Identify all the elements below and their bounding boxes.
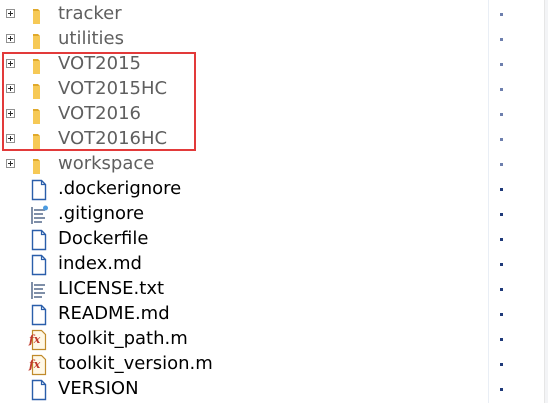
- folder-icon: [28, 79, 50, 101]
- file-label: .dockerignore: [58, 178, 182, 199]
- folder-icon: [28, 154, 50, 176]
- expand-toggle[interactable]: [6, 159, 15, 168]
- tree-row-file[interactable]: fx toolkit_version.m: [0, 352, 488, 377]
- status-dot: [500, 188, 503, 191]
- document-icon: [28, 229, 50, 251]
- git-file-icon: [28, 204, 50, 226]
- tree-row-folder[interactable]: VOT2015HC: [0, 77, 488, 102]
- folder-label: tracker: [58, 3, 122, 24]
- tree-row-file[interactable]: VERSION: [0, 377, 488, 402]
- status-dot: [500, 13, 503, 16]
- status-dot: [500, 263, 503, 266]
- folder-icon: [28, 54, 50, 76]
- folder-label: VOT2016: [58, 103, 141, 124]
- scrollbar-track[interactable]: [544, 0, 548, 403]
- matlab-function-icon: fx: [28, 329, 50, 351]
- tree-row-file[interactable]: fx toolkit_path.m: [0, 327, 488, 352]
- tree-row-folder[interactable]: VOT2016HC: [0, 127, 488, 152]
- file-tree: tracker utilities VOT2015 VOT2015HC VOT2…: [0, 2, 488, 402]
- status-dot: [500, 338, 503, 341]
- svg-text:fx: fx: [28, 333, 41, 346]
- tree-row-file[interactable]: .gitignore: [0, 202, 488, 227]
- file-label: Dockerfile: [58, 228, 149, 249]
- status-dot: [500, 313, 503, 316]
- expand-toggle[interactable]: [6, 84, 15, 93]
- status-dot: [500, 388, 503, 391]
- tree-row-folder[interactable]: utilities: [0, 27, 488, 52]
- file-label: index.md: [58, 253, 142, 274]
- folder-label: VOT2015HC: [58, 78, 168, 99]
- document-icon: [28, 379, 50, 401]
- status-dot: [500, 113, 503, 116]
- tree-row-file[interactable]: index.md: [0, 252, 488, 277]
- folder-icon: [28, 104, 50, 126]
- file-browser-panel: tracker utilities VOT2015 VOT2015HC VOT2…: [0, 0, 548, 403]
- folder-icon: [28, 129, 50, 151]
- status-dot: [500, 213, 503, 216]
- tree-row-folder[interactable]: VOT2015: [0, 52, 488, 77]
- status-dot: [500, 288, 503, 291]
- file-label: toolkit_path.m: [58, 328, 188, 349]
- file-label: toolkit_version.m: [58, 353, 213, 374]
- folder-label: workspace: [58, 153, 155, 174]
- status-dot: [500, 138, 503, 141]
- status-dot: [500, 363, 503, 366]
- tree-row-file[interactable]: LICENSE.txt: [0, 277, 488, 302]
- file-label: README.md: [58, 303, 170, 324]
- status-dot: [500, 88, 503, 91]
- tree-row-folder[interactable]: tracker: [0, 2, 488, 27]
- tree-row-file[interactable]: Dockerfile: [0, 227, 488, 252]
- folder-label: VOT2016HC: [58, 128, 168, 149]
- file-label: .gitignore: [58, 203, 145, 224]
- file-label: LICENSE.txt: [58, 278, 165, 299]
- expand-toggle[interactable]: [6, 59, 15, 68]
- tree-row-file[interactable]: README.md: [0, 302, 488, 327]
- status-dot: [500, 38, 503, 41]
- document-icon: [28, 254, 50, 276]
- status-dot: [500, 163, 503, 166]
- folder-icon: [28, 4, 50, 26]
- folder-label: utilities: [58, 28, 124, 49]
- file-label: VERSION: [58, 378, 139, 399]
- column-divider: [488, 0, 489, 403]
- matlab-function-icon: fx: [28, 354, 50, 376]
- text-file-icon: [28, 279, 50, 301]
- folder-label: VOT2015: [58, 53, 141, 74]
- status-dot: [500, 63, 503, 66]
- expand-toggle[interactable]: [6, 34, 15, 43]
- tree-row-folder[interactable]: workspace: [0, 152, 488, 177]
- expand-toggle[interactable]: [6, 9, 15, 18]
- tree-row-folder[interactable]: VOT2016: [0, 102, 488, 127]
- svg-text:fx: fx: [28, 358, 41, 371]
- document-icon: [28, 304, 50, 326]
- tree-row-file[interactable]: .dockerignore: [0, 177, 488, 202]
- expand-toggle[interactable]: [6, 134, 15, 143]
- folder-icon: [28, 29, 50, 51]
- expand-toggle[interactable]: [6, 109, 15, 118]
- status-dot: [500, 238, 503, 241]
- document-icon: [28, 179, 50, 201]
